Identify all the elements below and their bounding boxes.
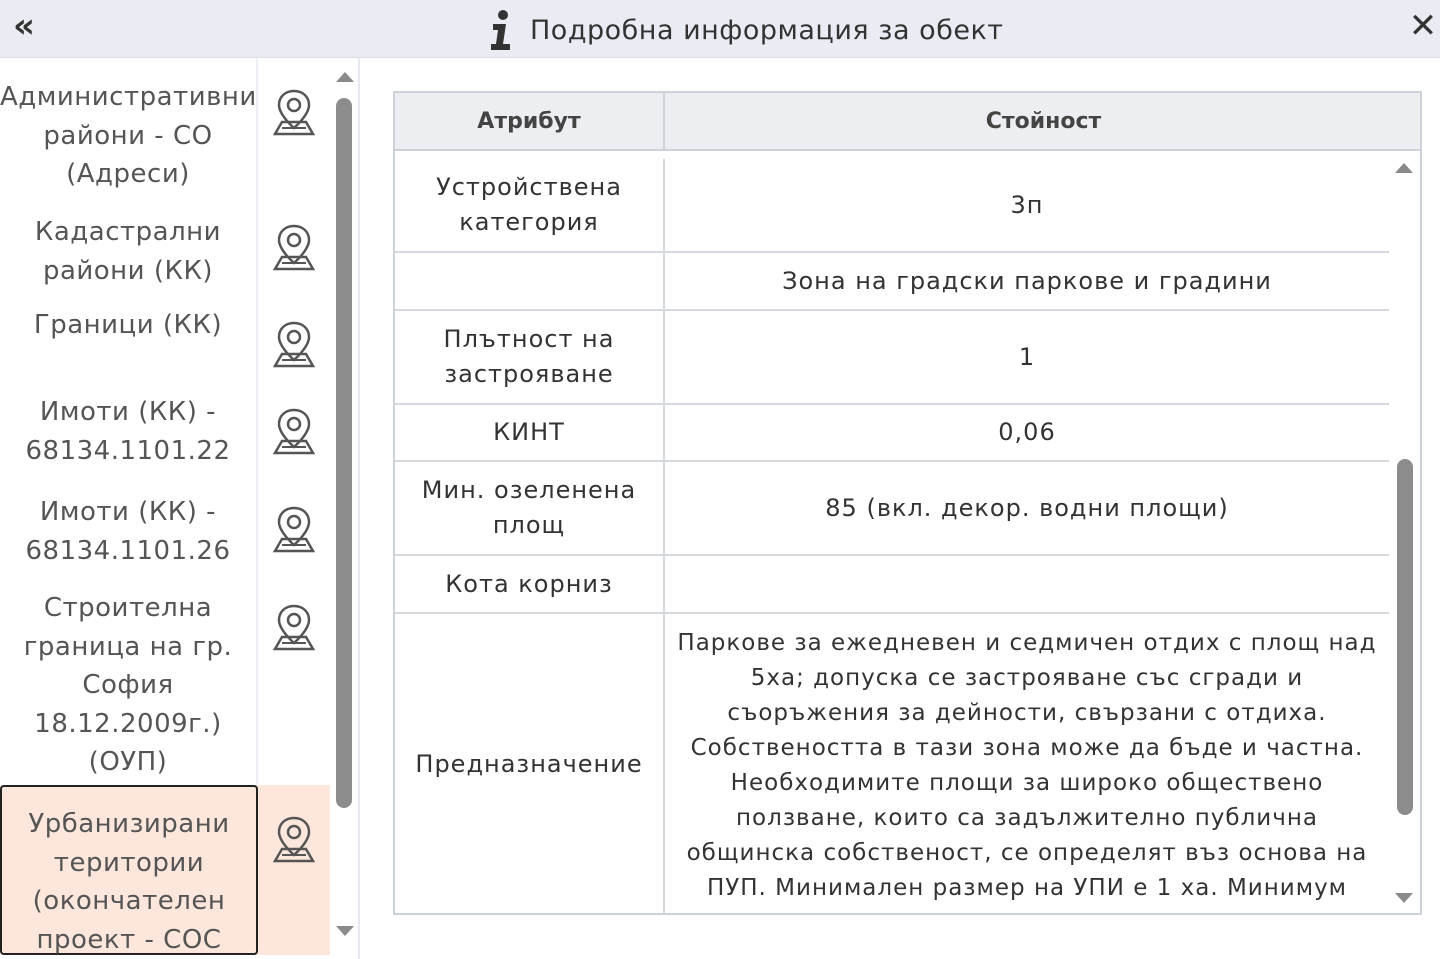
table-header: Атрибут Стойност <box>395 93 1420 151</box>
close-panel-button[interactable]: ✕ <box>1406 6 1440 46</box>
layer-item[interactable]: Кадастрални райони (КК) <box>0 193 330 290</box>
value-cell: 0,06 <box>998 418 1056 446</box>
map-pin-icon[interactable] <box>258 58 330 193</box>
scroll-up-arrow-icon[interactable] <box>336 72 354 82</box>
table-row: Предназначение Паркове за ежедневен и се… <box>395 614 1389 913</box>
attribute-cell: КИНТ <box>395 405 665 460</box>
table-scroll-thumb[interactable] <box>1397 459 1413 815</box>
panel-title-group: Подробна информация за обект <box>486 8 1004 52</box>
attribute-cell: Кота корниз <box>395 556 665 612</box>
map-pin-icon[interactable] <box>258 290 330 377</box>
table-row: Устройствена категория 3п <box>395 159 1389 253</box>
scroll-down-arrow-icon[interactable] <box>336 926 354 936</box>
table-row: КИНТ 0,06 <box>395 405 1389 462</box>
attribute-table: Атрибут Стойност Устройствена категория … <box>393 91 1422 915</box>
map-pin-icon[interactable] <box>258 193 330 290</box>
layer-item-label: Имоти (КК) - 68134.1101.26 <box>0 475 258 573</box>
column-header-attribute: Атрибут <box>395 93 665 149</box>
scroll-up-arrow-icon[interactable] <box>1395 163 1413 173</box>
scroll-down-arrow-icon[interactable] <box>1395 893 1413 903</box>
layer-item-label: Административни райони - СО (Адреси) <box>0 58 258 193</box>
attribute-cell: Мин. озеленена площ <box>395 462 665 554</box>
sidebar-scrollbar[interactable] <box>330 58 358 959</box>
table-row: Плътност на застрояване 1 <box>395 311 1389 405</box>
value-cell: 1 <box>1018 342 1036 371</box>
layer-item-selected[interactable]: Урбанизирани територии (окончателен прое… <box>0 785 330 955</box>
layer-item-label: Урбанизирани територии (окончателен прое… <box>0 785 258 955</box>
layer-item[interactable]: Строителна граница на гр. София 18.12.20… <box>0 573 330 785</box>
layer-item[interactable]: Имоти (КК) - 68134.1101.22 <box>0 377 330 475</box>
value-cell: 3п <box>1010 190 1044 219</box>
info-icon <box>491 10 510 50</box>
map-pin-icon[interactable] <box>258 573 330 785</box>
collapse-panel-button[interactable]: « <box>4 6 44 46</box>
layer-item-label: Строителна граница на гр. София 18.12.20… <box>0 573 258 785</box>
sidebar-scroll-thumb[interactable] <box>336 98 352 808</box>
attribute-cell: Плътност на застрояване <box>395 311 665 403</box>
panel-title: Подробна информация за обект <box>530 14 1004 46</box>
map-pin-icon[interactable] <box>258 377 330 475</box>
attribute-cell: Предназначение <box>395 614 665 913</box>
column-header-value: Стойност <box>985 108 1102 134</box>
table-body: Устройствена категория 3п Зона на градск… <box>395 159 1389 913</box>
layer-item-label: Кадастрални райони (КК) <box>0 193 258 290</box>
map-pin-icon[interactable] <box>258 475 330 573</box>
layer-item[interactable]: Граници (КК) <box>0 290 330 377</box>
map-pin-icon[interactable] <box>258 785 330 955</box>
layer-sidebar: Административни райони - СО (Адреси) Кад… <box>0 58 360 959</box>
layer-list: Административни райони - СО (Адреси) Кад… <box>0 58 330 955</box>
value-cell: Зона на градски паркове и градини <box>782 266 1272 295</box>
layer-item-label: Граници (КК) <box>0 290 258 377</box>
table-row: Мин. озеленена площ 85 (вкл. декор. водн… <box>395 462 1389 556</box>
attribute-cell: Устройствена категория <box>395 159 665 251</box>
layer-item[interactable]: Административни райони - СО (Адреси) <box>0 58 330 193</box>
layer-item-label: Имоти (КК) - 68134.1101.22 <box>0 377 258 475</box>
value-cell: Паркове за ежедневен и седмичен отдих с … <box>677 630 1377 901</box>
table-scrollbar[interactable] <box>1389 151 1420 913</box>
attribute-cell <box>395 253 665 309</box>
panel-header: « Подробна информация за обект ✕ <box>0 0 1440 58</box>
table-row: Зона на градски паркове и градини <box>395 253 1389 311</box>
value-cell: 85 (вкл. декор. водни площи) <box>825 493 1229 522</box>
layer-item[interactable]: Имоти (КК) - 68134.1101.26 <box>0 475 330 573</box>
value-cell <box>665 556 1389 612</box>
table-row: Кота корниз <box>395 556 1389 614</box>
